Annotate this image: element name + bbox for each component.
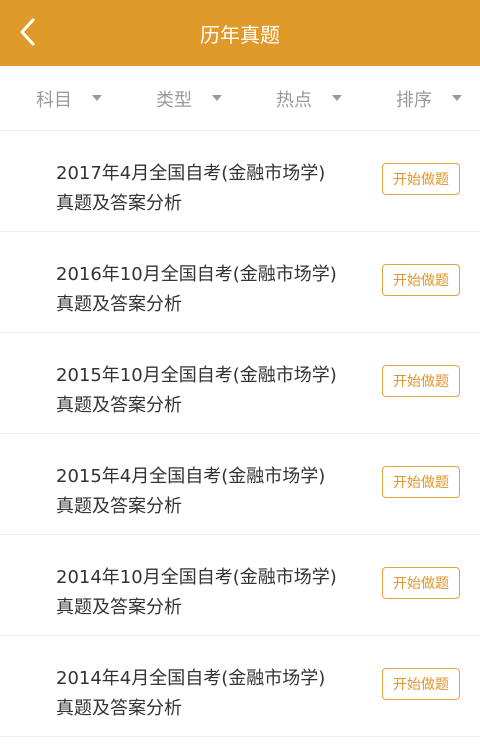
paper-title-line1: 2016年10月全国自考(金融市场学) <box>56 264 337 285</box>
filter-hotspot[interactable]: 热点 <box>240 66 360 130</box>
paper-title-line1: 2014年10月全国自考(金融市场学) <box>56 567 337 588</box>
paper-title-line2: 真题及答案分析 <box>56 597 182 618</box>
paper-title-line2: 真题及答案分析 <box>56 395 182 416</box>
filter-sort[interactable]: 排序 <box>360 66 480 130</box>
start-practice-button[interactable]: 开始做题 <box>382 466 460 498</box>
filter-type-label: 类型 <box>156 90 192 111</box>
paper-title: 2016年10月全国自考(金融市场学) 真题及答案分析 <box>56 260 366 320</box>
start-practice-button[interactable]: 开始做题 <box>382 668 460 700</box>
start-practice-button[interactable]: 开始做题 <box>382 264 460 296</box>
caret-down-icon <box>92 95 102 101</box>
paper-title-line1: 2015年4月全国自考(金融市场学) <box>56 466 326 487</box>
app-header: 历年真题 <box>0 0 480 66</box>
filter-bar: 科目 类型 热点 排序 <box>0 66 480 131</box>
list-item[interactable]: 2014年10月全国自考(金融市场学) 真题及答案分析 开始做题 <box>0 535 480 636</box>
start-practice-button[interactable]: 开始做题 <box>382 163 460 195</box>
filter-sort-label: 排序 <box>396 90 432 111</box>
paper-title-line1: 2017年4月全国自考(金融市场学) <box>56 163 326 184</box>
paper-list: 2017年4月全国自考(金融市场学) 真题及答案分析 开始做题 2016年10月… <box>0 131 480 737</box>
page-title: 历年真题 <box>200 23 280 47</box>
paper-title: 2017年4月全国自考(金融市场学) 真题及答案分析 <box>56 159 366 219</box>
caret-down-icon <box>212 95 222 101</box>
filter-hotspot-label: 热点 <box>276 90 312 111</box>
start-practice-button[interactable]: 开始做题 <box>382 567 460 599</box>
paper-title-line1: 2015年10月全国自考(金融市场学) <box>56 365 337 386</box>
list-item[interactable]: 2015年10月全国自考(金融市场学) 真题及答案分析 开始做题 <box>0 333 480 434</box>
paper-title: 2014年10月全国自考(金融市场学) 真题及答案分析 <box>56 563 366 623</box>
list-item[interactable]: 2016年10月全国自考(金融市场学) 真题及答案分析 开始做题 <box>0 232 480 333</box>
filter-subject-label: 科目 <box>36 90 72 111</box>
paper-title: 2015年4月全国自考(金融市场学) 真题及答案分析 <box>56 462 366 522</box>
paper-title: 2015年10月全国自考(金融市场学) 真题及答案分析 <box>56 361 366 421</box>
caret-down-icon <box>332 95 342 101</box>
filter-type[interactable]: 类型 <box>120 66 240 130</box>
paper-title-line1: 2014年4月全国自考(金融市场学) <box>56 668 326 689</box>
paper-title-line2: 真题及答案分析 <box>56 496 182 517</box>
list-item[interactable]: 2014年4月全国自考(金融市场学) 真题及答案分析 开始做题 <box>0 636 480 737</box>
paper-title-line2: 真题及答案分析 <box>56 294 182 315</box>
paper-title-line2: 真题及答案分析 <box>56 193 182 214</box>
list-item[interactable]: 2017年4月全国自考(金融市场学) 真题及答案分析 开始做题 <box>0 131 480 232</box>
list-item[interactable]: 2015年4月全国自考(金融市场学) 真题及答案分析 开始做题 <box>0 434 480 535</box>
start-practice-button[interactable]: 开始做题 <box>382 365 460 397</box>
paper-title: 2014年4月全国自考(金融市场学) 真题及答案分析 <box>56 664 366 724</box>
paper-title-line2: 真题及答案分析 <box>56 698 182 719</box>
filter-subject[interactable]: 科目 <box>0 66 120 130</box>
caret-down-icon <box>452 95 462 101</box>
